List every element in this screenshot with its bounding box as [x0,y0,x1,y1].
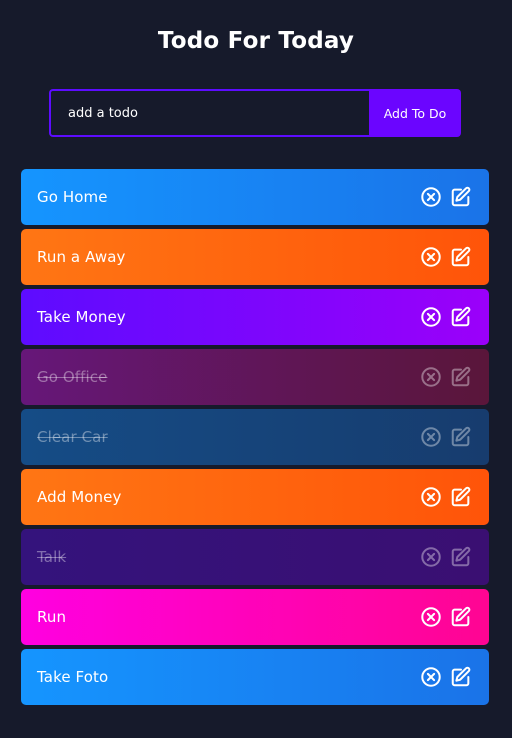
close-circle-icon[interactable] [420,246,442,268]
close-circle-icon[interactable] [420,666,442,688]
close-circle-icon[interactable] [420,306,442,328]
todo-list: Go Home Run a Away Take Money Go Office … [21,169,489,709]
todo-actions [420,246,472,268]
todo-text[interactable]: Run a Away [37,248,125,266]
todo-text[interactable]: Add Money [37,488,121,506]
edit-icon[interactable] [450,366,472,388]
todo-text[interactable]: Go Home [37,188,108,206]
edit-icon[interactable] [450,306,472,328]
edit-icon[interactable] [450,606,472,628]
close-circle-icon[interactable] [420,426,442,448]
edit-icon[interactable] [450,486,472,508]
todo-input[interactable] [49,89,369,137]
todo-item[interactable]: Run [21,589,489,645]
todo-item[interactable]: Take Foto [21,649,489,705]
todo-actions [420,186,472,208]
todo-actions [420,306,472,328]
todo-text[interactable]: Talk [37,548,66,566]
todo-form: Add To Do [49,89,461,137]
todo-actions [420,546,472,568]
todo-text[interactable]: Take Foto [37,668,108,686]
todo-item[interactable]: Run a Away [21,229,489,285]
edit-icon[interactable] [450,186,472,208]
edit-icon[interactable] [450,246,472,268]
todo-actions [420,486,472,508]
todo-item[interactable]: Add Money [21,469,489,525]
add-todo-button[interactable]: Add To Do [369,89,461,137]
todo-actions [420,606,472,628]
todo-text[interactable]: Clear Car [37,428,108,446]
close-circle-icon[interactable] [420,366,442,388]
edit-icon[interactable] [450,546,472,568]
todo-item[interactable]: Take Money [21,289,489,345]
todo-item[interactable]: Clear Car [21,409,489,465]
page-title: Todo For Today [157,28,355,54]
edit-icon[interactable] [450,426,472,448]
todo-actions [420,666,472,688]
todo-text[interactable]: Take Money [37,308,126,326]
todo-app: Todo For Today Add To Do Go Home Run a A [0,0,512,738]
close-circle-icon[interactable] [420,486,442,508]
close-circle-icon[interactable] [420,546,442,568]
todo-text[interactable]: Go Office [37,368,107,386]
todo-text[interactable]: Run [37,608,66,626]
todo-actions [420,426,472,448]
todo-item[interactable]: Talk [21,529,489,585]
close-circle-icon[interactable] [420,606,442,628]
todo-item[interactable]: Go Home [21,169,489,225]
edit-icon[interactable] [450,666,472,688]
todo-actions [420,366,472,388]
todo-item[interactable]: Go Office [21,349,489,405]
close-circle-icon[interactable] [420,186,442,208]
